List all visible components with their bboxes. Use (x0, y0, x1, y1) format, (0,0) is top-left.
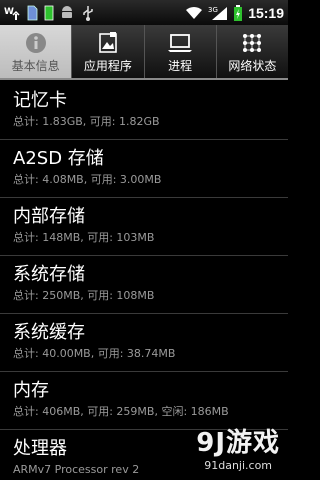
clock: 15:19 (248, 4, 284, 21)
list-item-memory-card[interactable]: 记忆卡 总计: 1.83GB, 可用: 1.82GB (0, 82, 288, 140)
list-item-system-cache[interactable]: 系统缓存 总计: 40.00MB, 可用: 38.74MB (0, 314, 288, 372)
item-detail: 总计: 406MB, 可用: 259MB, 空闲: 186MB (13, 405, 229, 418)
item-detail: 总计: 148MB, 可用: 103MB (13, 231, 155, 244)
list-item-a2sd-storage[interactable]: A2SD 存储 总计: 4.08MB, 可用: 3.00MB (0, 140, 288, 198)
item-detail: 总计: 250MB, 可用: 108MB (13, 289, 155, 302)
item-title: 系统缓存 (13, 322, 85, 343)
usb-debug-icon: W (4, 7, 20, 20)
process-icon (167, 31, 193, 55)
battery-full-icon (44, 5, 54, 20)
apps-icon (95, 31, 121, 55)
watermark-brand: 9J游戏 (196, 428, 280, 458)
info-icon (23, 31, 49, 55)
battery-charging-icon (234, 4, 243, 21)
tab-bar: 基本信息 应用程序 进程 网络状态 (0, 25, 288, 80)
3g-signal-icon: 3G (208, 6, 228, 20)
sd-card-icon (27, 5, 38, 20)
tab-applications[interactable]: 应用程序 (72, 25, 145, 78)
item-detail: 总计: 4.08MB, 可用: 3.00MB (13, 173, 162, 186)
item-detail: 总计: 40.00MB, 可用: 38.74MB (13, 347, 176, 360)
item-title: 系统存储 (13, 264, 85, 285)
tab-processes[interactable]: 进程 (145, 25, 217, 78)
usb-icon (83, 5, 93, 21)
wifi-icon (186, 6, 203, 19)
tab-basic-info[interactable]: 基本信息 (0, 25, 73, 78)
item-title: 内部存储 (13, 206, 85, 227)
svg-text:3G: 3G (208, 6, 218, 14)
list-item-system-storage[interactable]: 系统存储 总计: 250MB, 可用: 108MB (0, 256, 288, 314)
network-icon (239, 31, 265, 55)
watermark-site: 91danji.com (204, 459, 273, 472)
svg-text:W: W (4, 7, 14, 17)
info-list: 记忆卡 总计: 1.83GB, 可用: 1.82GB A2SD 存储 总计: 4… (0, 82, 288, 480)
status-bar: W 3G 15:19 (0, 0, 288, 25)
item-title: A2SD 存储 (13, 148, 104, 169)
item-detail: 总计: 1.83GB, 可用: 1.82GB (13, 115, 160, 128)
android-icon (62, 5, 72, 18)
list-item-internal-storage[interactable]: 内部存储 总计: 148MB, 可用: 103MB (0, 198, 288, 256)
item-title: 记忆卡 (13, 90, 67, 111)
tab-network-status[interactable]: 网络状态 (217, 25, 288, 78)
item-title: 内存 (13, 380, 49, 401)
watermark: 9J游戏 91danji.com (196, 422, 280, 472)
